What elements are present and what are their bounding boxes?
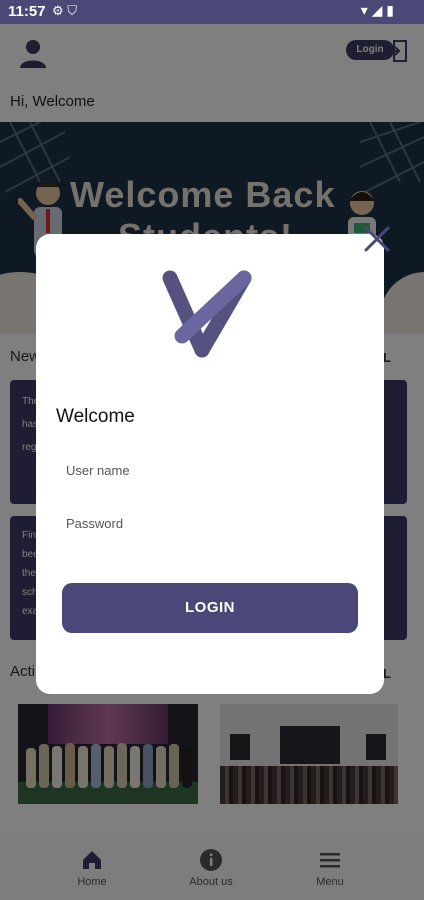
- status-time: 11:57: [8, 3, 46, 20]
- system-icons: ⚙ ⛉: [52, 3, 78, 18]
- username-input[interactable]: User name: [66, 463, 130, 478]
- login-submit-button[interactable]: LOGIN: [62, 583, 358, 633]
- status-bar: 11:57 ⚙ ⛉ ▾ ◢ ▮: [0, 0, 424, 24]
- signal-battery-icons: ▾ ◢ ▮: [360, 2, 394, 18]
- app-logo-icon: [162, 270, 252, 358]
- login-dialog: Welcome User name Password LOGIN: [36, 234, 384, 694]
- dialog-welcome-title: Welcome: [56, 406, 135, 427]
- password-input[interactable]: Password: [66, 516, 123, 531]
- close-icon[interactable]: [360, 222, 394, 256]
